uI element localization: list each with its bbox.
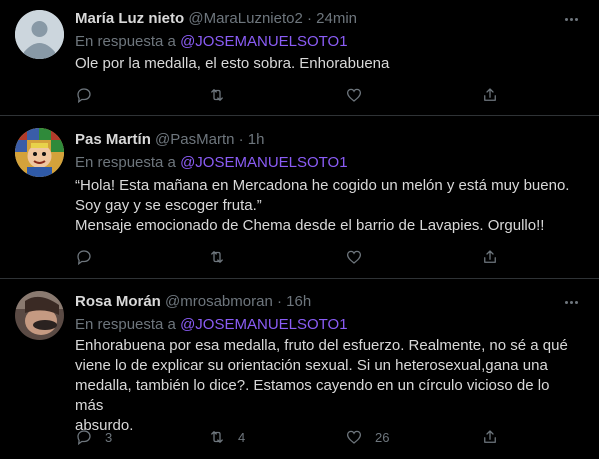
user-handle[interactable]: @MaraLuznieto2 bbox=[188, 10, 302, 27]
retweet-button[interactable] bbox=[208, 85, 238, 105]
reply-prefix: En respuesta a bbox=[75, 154, 176, 171]
tweet-header: María Luz nieto @MaraLuznieto2 · 24min bbox=[75, 10, 357, 28]
retweet-button[interactable] bbox=[208, 247, 238, 267]
share-icon bbox=[484, 250, 496, 263]
like-button[interactable] bbox=[345, 85, 375, 105]
avatar-pas-martin[interactable] bbox=[15, 128, 64, 177]
display-name[interactable]: Pas Martín bbox=[75, 131, 151, 148]
reply-icon bbox=[77, 250, 91, 266]
more-icon[interactable] bbox=[563, 294, 579, 310]
reply-icon bbox=[77, 88, 91, 104]
tweet-actions bbox=[75, 247, 515, 267]
default-avatar-icon bbox=[15, 10, 64, 59]
user-handle[interactable]: @mrosabmoran bbox=[165, 293, 273, 310]
retweet-count: 4 bbox=[238, 429, 246, 445]
like-button[interactable] bbox=[345, 247, 375, 267]
reply-icon bbox=[77, 430, 91, 446]
user-handle[interactable]: @PasMartn bbox=[155, 131, 234, 148]
retweet-button[interactable]: 4 bbox=[208, 427, 245, 447]
reply-mention-link[interactable]: @JOSEMANUELSOTO1 bbox=[180, 154, 348, 171]
tweet-time[interactable]: 16h bbox=[286, 293, 311, 310]
display-name[interactable]: Rosa Morán bbox=[75, 293, 161, 310]
separator-dot: · bbox=[238, 131, 244, 148]
tweet-card[interactable]: Rosa Morán @mrosabmoran · 16h En respues… bbox=[0, 279, 599, 459]
tweet-text: Enhorabuena por esa medalla, fruto del e… bbox=[75, 336, 575, 436]
tweet-actions bbox=[75, 85, 515, 105]
tweet-text-line: Soy gay y se escoger fruta.” bbox=[75, 197, 262, 214]
share-icon bbox=[484, 88, 496, 101]
display-name[interactable]: María Luz nieto bbox=[75, 10, 184, 27]
tweet-text-line: viene lo de explicar su orientación sexu… bbox=[75, 357, 548, 374]
separator-dot: · bbox=[276, 293, 282, 310]
tweet-card[interactable]: María Luz nieto @MaraLuznieto2 · 24min E… bbox=[0, 0, 599, 116]
retweet-icon bbox=[211, 89, 223, 101]
like-count: 26 bbox=[375, 429, 390, 445]
retweet-icon bbox=[211, 251, 223, 263]
reply-button[interactable] bbox=[75, 85, 105, 105]
reply-mention-link[interactable]: @JOSEMANUELSOTO1 bbox=[180, 33, 348, 50]
separator-dot: · bbox=[307, 10, 312, 27]
tweet-feed: María Luz nieto @MaraLuznieto2 · 24min E… bbox=[0, 0, 599, 459]
tweet-text-line: medalla, también lo dice?. Estamos cayen… bbox=[75, 377, 550, 414]
share-button[interactable] bbox=[481, 85, 499, 105]
tweet-text-line: Ole por la medalla, el esto sobra. Enhor… bbox=[75, 55, 390, 72]
avatar-rosa-moran[interactable] bbox=[15, 291, 64, 340]
avatar-default[interactable] bbox=[15, 10, 64, 59]
tweet-header: Rosa Morán @mrosabmoran · 16h bbox=[75, 293, 311, 311]
like-icon bbox=[346, 250, 362, 264]
share-button[interactable] bbox=[481, 427, 499, 447]
reply-prefix: En respuesta a bbox=[75, 33, 176, 50]
reply-count: 3 bbox=[105, 429, 113, 445]
tweet-text-line: Enhorabuena por esa medalla, fruto del e… bbox=[75, 337, 568, 354]
photo-avatar-icon bbox=[15, 291, 64, 340]
reply-context: En respuesta a @JOSEMANUELSOTO1 bbox=[75, 33, 348, 51]
reply-context: En respuesta a @JOSEMANUELSOTO1 bbox=[75, 316, 348, 334]
like-icon bbox=[346, 88, 362, 102]
tweet-header: Pas Martín @PasMartn · 1h bbox=[75, 131, 264, 149]
retweet-icon bbox=[211, 431, 223, 443]
more-icon[interactable] bbox=[563, 11, 579, 27]
tweet-text: Ole por la medalla, el esto sobra. Enhor… bbox=[75, 54, 575, 74]
reply-button[interactable] bbox=[75, 247, 105, 267]
tweet-card[interactable]: Pas Martín @PasMartn · 1h En respuesta a… bbox=[0, 116, 599, 279]
share-button[interactable] bbox=[481, 247, 499, 267]
reply-mention-link[interactable]: @JOSEMANUELSOTO1 bbox=[180, 316, 348, 333]
share-icon bbox=[484, 430, 496, 443]
tweet-time[interactable]: 24min bbox=[316, 10, 357, 27]
tweet-text-line: “Hola! Esta mañana en Mercadona he cogid… bbox=[75, 177, 570, 194]
tweet-text: “Hola! Esta mañana en Mercadona he cogid… bbox=[75, 176, 575, 236]
tweet-actions: 3 4 26 bbox=[75, 427, 515, 447]
like-button[interactable]: 26 bbox=[345, 427, 389, 447]
tweet-time[interactable]: 1h bbox=[248, 131, 265, 148]
like-icon bbox=[346, 430, 362, 444]
cartoon-avatar-icon bbox=[15, 128, 64, 177]
tweet-text-line: Mensaje emocionado de Chema desde el bar… bbox=[75, 217, 545, 234]
reply-context: En respuesta a @JOSEMANUELSOTO1 bbox=[75, 154, 348, 172]
reply-prefix: En respuesta a bbox=[75, 316, 176, 333]
reply-button[interactable]: 3 bbox=[75, 427, 112, 447]
